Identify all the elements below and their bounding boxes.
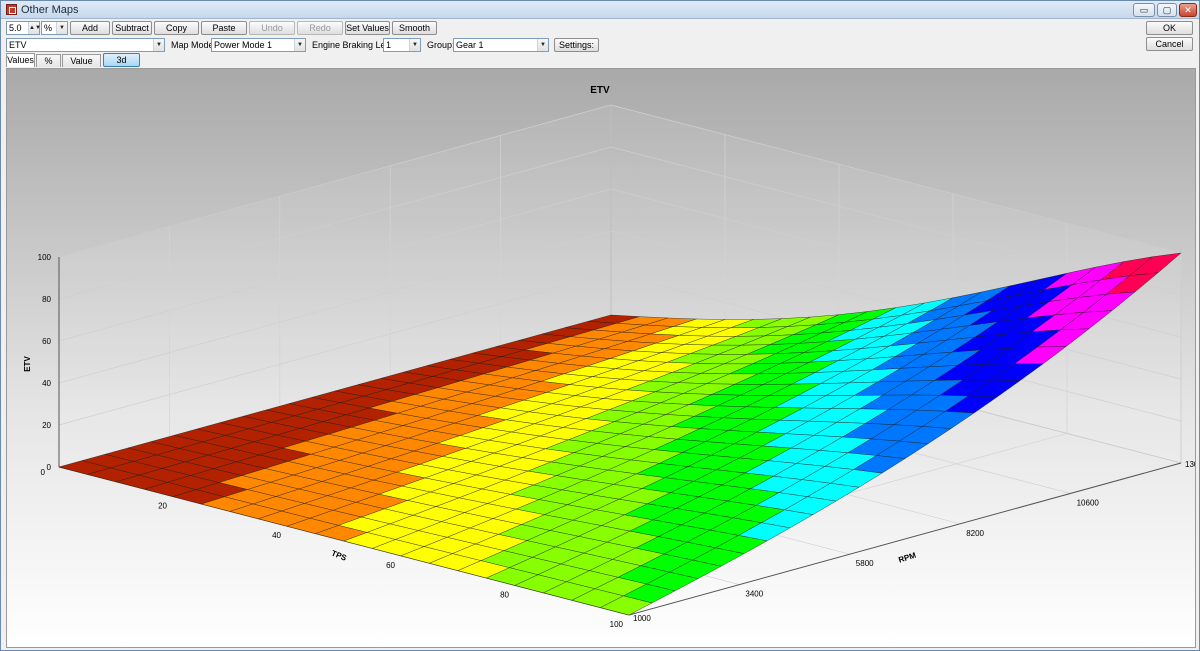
maximize-button[interactable]: ▢ xyxy=(1157,3,1177,17)
chevron-down-icon: ▼ xyxy=(409,39,420,51)
z-tick-label: 100 xyxy=(38,253,52,262)
map-mode-select[interactable]: Power Mode 1 ▼ xyxy=(211,38,306,52)
chevron-down-icon: ▼ xyxy=(56,22,67,34)
group-label: Group: xyxy=(427,40,455,50)
set-values-button[interactable]: Set Values xyxy=(345,21,390,35)
close-button[interactable]: ✕ xyxy=(1179,3,1197,17)
cancel-button[interactable]: Cancel xyxy=(1146,37,1193,51)
ok-button[interactable]: OK xyxy=(1146,21,1193,35)
other-maps-window: Other Maps ▭ ▢ ✕ 5.0 ▲▼ % ▼ Add Subtract… xyxy=(0,0,1200,651)
engine-braking-text: 1 xyxy=(386,40,392,50)
z-tick-label: 60 xyxy=(42,337,51,346)
x-origin-label: 0 xyxy=(41,468,46,477)
y-tick-max-label: 13000 xyxy=(1185,460,1196,469)
subtract-button[interactable]: Subtract xyxy=(112,21,152,35)
z-tick-label: 20 xyxy=(42,421,51,430)
y-tick-label: 10600 xyxy=(1077,498,1100,507)
tab-value-trim[interactable]: Value Trim xyxy=(62,54,101,78)
chart-title: ETV xyxy=(590,85,610,96)
chevron-down-icon: ▼ xyxy=(537,39,548,51)
engine-braking-select[interactable]: 1 ▼ xyxy=(383,38,421,52)
tab-percent-trim[interactable]: % Trim xyxy=(36,54,61,78)
group-select-text: Gear 1 xyxy=(456,40,484,50)
chevron-down-icon: ▼ xyxy=(153,39,164,51)
surface-chart[interactable]: ETV ETV TPS RPM 020406080100204060801003… xyxy=(7,69,1196,648)
settings-button[interactable]: Settings: xyxy=(554,38,599,52)
step-value-text: 5.0 xyxy=(9,23,22,33)
window-title: Other Maps xyxy=(21,4,79,16)
group-select[interactable]: Gear 1 ▼ xyxy=(453,38,549,52)
z-tick-label: 40 xyxy=(42,379,51,388)
x-tick-label: 60 xyxy=(386,561,395,570)
app-icon xyxy=(6,4,17,15)
x-tick-label: 40 xyxy=(272,531,281,540)
step-value-input[interactable]: 5.0 ▲▼ xyxy=(6,21,41,35)
z-axis-label: ETV xyxy=(23,356,32,372)
copy-button[interactable]: Copy xyxy=(154,21,199,35)
spinner-arrows-icon[interactable]: ▲▼ xyxy=(28,22,41,34)
y-tick-label: 8200 xyxy=(966,529,984,538)
x-tick-label: 100 xyxy=(610,620,624,629)
map-mode-text: Power Mode 1 xyxy=(214,40,273,50)
redo-button[interactable]: Redo xyxy=(297,21,343,35)
z-tick-label: 80 xyxy=(42,295,51,304)
chevron-down-icon: ▼ xyxy=(294,39,305,51)
y-tick-label: 5800 xyxy=(856,559,874,568)
chart-area: ETV ETV TPS RPM 0 20 40 60 80 100 20 40 60 80 100 3… xyxy=(6,68,1196,648)
minimize-button[interactable]: ▭ xyxy=(1133,3,1155,17)
tab-values[interactable]: Values xyxy=(6,53,35,67)
y-tick-label: 3400 xyxy=(745,590,763,599)
title-bar[interactable]: Other Maps ▭ ▢ ✕ xyxy=(1,1,1199,19)
add-button[interactable]: Add xyxy=(70,21,110,35)
x-tick-label: 80 xyxy=(500,590,509,599)
map-select-text: ETV xyxy=(9,40,27,50)
paste-button[interactable]: Paste xyxy=(201,21,247,35)
tab-3d-graph[interactable]: 3d Graph xyxy=(103,53,140,77)
map-select[interactable]: ETV ▼ xyxy=(6,38,165,52)
unit-select-text: % xyxy=(44,23,53,33)
smooth-button[interactable]: Smooth xyxy=(392,21,437,35)
x-tick-label: 20 xyxy=(158,502,167,511)
z-tick-label: 0 xyxy=(47,463,52,472)
unit-select[interactable]: % ▼ xyxy=(41,21,68,35)
undo-button[interactable]: Undo xyxy=(249,21,295,35)
map-mode-label: Map Mode: xyxy=(171,40,217,50)
y-tick-min-label: 1000 xyxy=(633,614,651,623)
